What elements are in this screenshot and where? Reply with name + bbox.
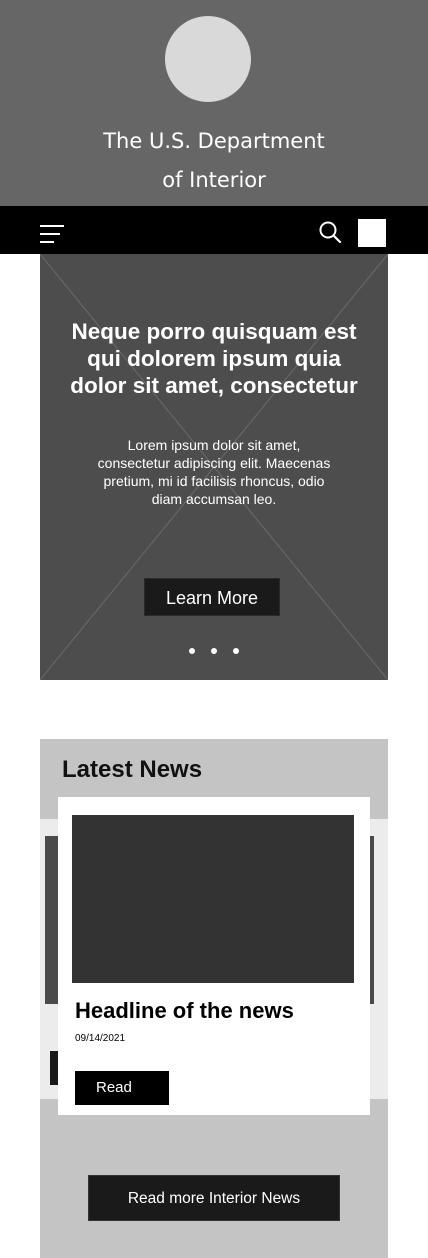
hero-headline-line-1: Neque porro quisquam est [71,319,357,344]
nav-bar [0,206,428,254]
hero-body-line-4: diam accumsan leo. [151,491,277,507]
site-title-line-1: The U.S. Department [103,129,325,153]
carousel-dot[interactable] [189,648,195,654]
site-title: The U.S. Department of Interior [0,122,428,200]
read-more-news-button[interactable]: Read more Interior News [88,1175,340,1221]
site-logo[interactable] [165,16,251,102]
square-placeholder-icon[interactable] [358,219,386,247]
latest-news-section: Latest News Headline of the news 09/14/2… [40,739,388,1258]
learn-more-button[interactable]: Learn More [144,578,280,616]
carousel-dot[interactable] [211,648,217,654]
site-header: The U.S. Department of Interior [0,0,428,206]
news-date: 09/14/2021 [75,1033,126,1044]
hero-body-line-1: Lorem ipsum dolor sit amet, [127,437,301,453]
hero-headline-line-2: qui dolorem ipsum quia [87,346,341,371]
hero-headline-line-3: dolor sit amet, consectetur [70,373,358,398]
carousel-dot[interactable] [233,648,239,654]
news-card[interactable]: Headline of the news 09/14/2021 Read [58,797,370,1115]
search-icon[interactable] [316,218,344,246]
read-button[interactable]: Read [75,1071,169,1105]
hero-headline: Neque porro quisquam est qui dolorem ips… [40,318,388,399]
hero-body-line-3: pretium, mi id facilisis rhoncus, odio [103,473,325,489]
next-card-image[interactable] [370,836,374,1004]
hero-body-line-2: consectetur adipiscing elit. Maecenas [97,455,331,471]
hero-carousel: Neque porro quisquam est qui dolorem ips… [40,254,388,680]
hero-body-text: Lorem ipsum dolor sit amet, consectetur … [40,436,388,508]
news-section-title: Latest News [62,756,203,783]
news-headline[interactable]: Headline of the news [75,997,294,1025]
previous-card-image[interactable] [45,836,58,1004]
carousel-dots [40,648,388,658]
site-title-line-2: of Interior [162,168,266,192]
news-image[interactable] [72,815,354,983]
previous-card-button[interactable] [50,1051,58,1085]
hamburger-menu-icon[interactable] [40,222,64,246]
